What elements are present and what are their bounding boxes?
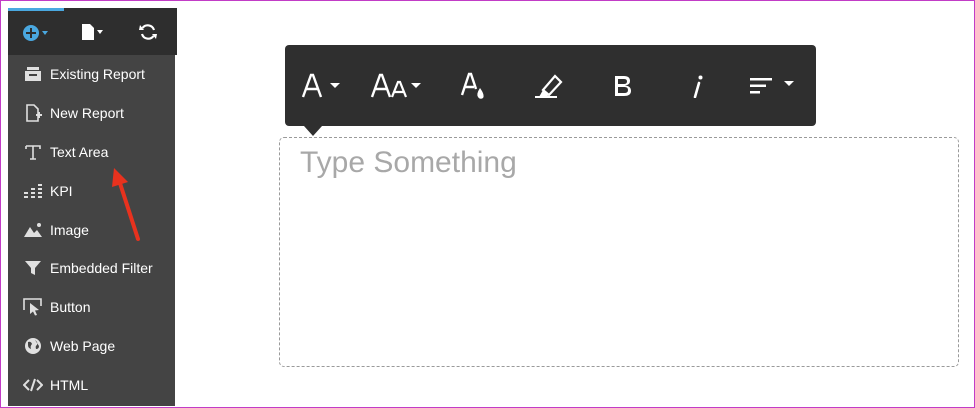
menu-item-html[interactable]: HTML xyxy=(8,365,175,404)
font-size-icon xyxy=(370,73,421,97)
filter-icon xyxy=(22,258,44,278)
insert-toolbar xyxy=(8,8,177,55)
page-icon xyxy=(82,23,103,40)
add-button[interactable] xyxy=(8,8,64,55)
annotation-arrow xyxy=(112,168,140,241)
menu-item-web-page[interactable]: Web Page xyxy=(8,327,175,366)
bold-icon xyxy=(614,75,631,96)
code-icon xyxy=(22,375,44,395)
menu-item-label: KPI xyxy=(50,182,73,199)
menu-item-existing-report[interactable]: Existing Report xyxy=(8,55,175,94)
placeholder-text: Type Something xyxy=(300,146,517,179)
menu-item-label: HTML xyxy=(50,376,89,393)
highlight-icon xyxy=(534,73,563,98)
menu-item-label: Embedded Filter xyxy=(50,260,153,277)
italic-button[interactable] xyxy=(660,45,735,126)
text-area-input[interactable]: Type Something xyxy=(279,137,959,367)
font-size-button[interactable] xyxy=(360,45,435,126)
font-button[interactable] xyxy=(285,45,360,126)
font-color-icon xyxy=(460,72,484,99)
menu-item-label: Existing Report xyxy=(50,66,145,83)
align-button[interactable] xyxy=(735,45,810,126)
menu-item-label: Button xyxy=(50,299,91,316)
menu-item-text-area[interactable]: Text Area xyxy=(8,133,175,172)
add-icon xyxy=(23,25,48,41)
refresh-button[interactable] xyxy=(120,8,176,55)
menu-item-kpi[interactable]: KPI xyxy=(8,171,175,210)
font-color-button[interactable] xyxy=(435,45,510,126)
existing-report-icon xyxy=(22,64,44,84)
menu-item-image[interactable]: Image xyxy=(8,210,175,249)
font-icon xyxy=(301,73,340,97)
refresh-icon xyxy=(139,23,157,40)
menu-item-new-report[interactable]: New Report xyxy=(8,94,175,133)
menu-item-embedded-filter[interactable]: Embedded Filter xyxy=(8,249,175,288)
menu-item-label: New Report xyxy=(50,105,124,122)
insert-menu: Existing Report New Report Text Area KPI… xyxy=(8,55,175,406)
new-report-icon xyxy=(22,103,44,123)
page-button[interactable] xyxy=(64,8,120,55)
button-icon xyxy=(22,297,44,317)
image-icon xyxy=(22,220,44,240)
kpi-icon xyxy=(22,181,44,201)
italic-icon xyxy=(693,75,702,98)
highlight-button[interactable] xyxy=(510,45,585,126)
menu-item-label: Web Page xyxy=(50,337,116,354)
globe-icon xyxy=(22,336,44,356)
menu-item-label: Image xyxy=(50,221,89,238)
align-icon xyxy=(749,77,794,93)
bold-button[interactable] xyxy=(585,45,660,126)
text-area-icon xyxy=(22,142,44,162)
formatting-toolbar xyxy=(285,45,816,136)
menu-item-button[interactable]: Button xyxy=(8,288,175,327)
menu-item-label: Text Area xyxy=(50,143,109,160)
